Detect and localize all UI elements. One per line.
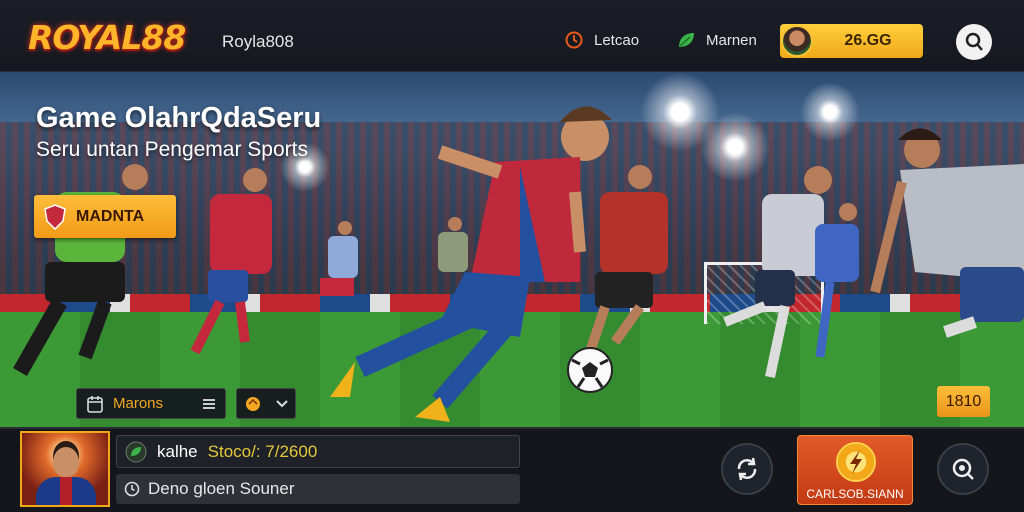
menu-lines-icon [203,398,215,409]
leaf-badge-icon [125,441,147,462]
leaf-icon [679,33,694,47]
balance-amount: 26.GG [844,32,892,49]
status-text: Deno gloen Souner [148,479,295,498]
score-badge: 1810 [937,386,990,417]
player-figure [585,165,668,354]
refresh-icon [737,457,757,481]
sport-select[interactable] [236,388,296,419]
search-button[interactable] [956,24,992,60]
football [567,347,613,393]
lightning-icon [850,450,862,474]
nav-label-menu: Marnen [706,31,757,49]
player-name: kalhe [157,441,198,461]
user-avatar [781,25,813,57]
cta-button[interactable]: MADNTA [34,195,176,238]
clock-icon [565,31,583,49]
bottom-bar: kalhe Stoco/: 7/2600 Deno gloen Souner C… [0,427,1024,512]
sport-icon [245,396,260,411]
player-score: Stoco/: 7/2600 [207,441,318,461]
category-select-label: Marons [113,395,164,412]
site-logo[interactable]: ROYAL88 [28,18,186,57]
search-icon [965,32,983,51]
player-figure [438,217,468,272]
clock-icon [124,481,140,497]
chevron-down-icon [275,399,288,407]
refresh-button[interactable] [721,443,773,495]
hero-title: Game OlahrQdaSeru [36,102,322,134]
hero-subtitle: Seru untan Pengemar Sports [36,138,308,161]
top-header: ROYAL88 Royla808 Letcao Marnen 26.GG [0,0,1024,72]
coin-icon [836,442,876,482]
shield-icon [44,203,66,230]
status-row[interactable]: Deno gloen Souner [116,474,520,504]
brand-name: Royla808 [222,32,294,51]
nav-item-latest[interactable]: Letcao [564,30,639,50]
player-jersey [36,477,96,505]
balance-button[interactable]: 26.GG [780,24,923,58]
player-figure [320,221,358,296]
bet-button[interactable]: CARLSOB.SIANN [797,435,913,505]
search-icon [952,458,974,480]
category-select[interactable]: Marons [76,388,226,419]
player-avatar-card[interactable] [20,431,110,507]
nav-label-latest: Letcao [594,31,640,49]
player-figure [815,203,859,358]
bet-label: CARLSOB.SIANN [806,487,904,501]
cta-label: MADNTA [76,207,145,225]
player-figure [870,128,1024,338]
player-figure [190,168,272,355]
player-head [53,447,79,477]
nav-item-menu[interactable]: Marnen [676,30,757,50]
hero-banner: Game OlahrQdaSeru Seru untan Pengemar Sp… [0,72,1024,427]
player-info-row: kalhe Stoco/: 7/2600 [116,435,520,468]
calendar-icon [87,395,103,413]
search-button-bottom[interactable] [937,443,989,495]
